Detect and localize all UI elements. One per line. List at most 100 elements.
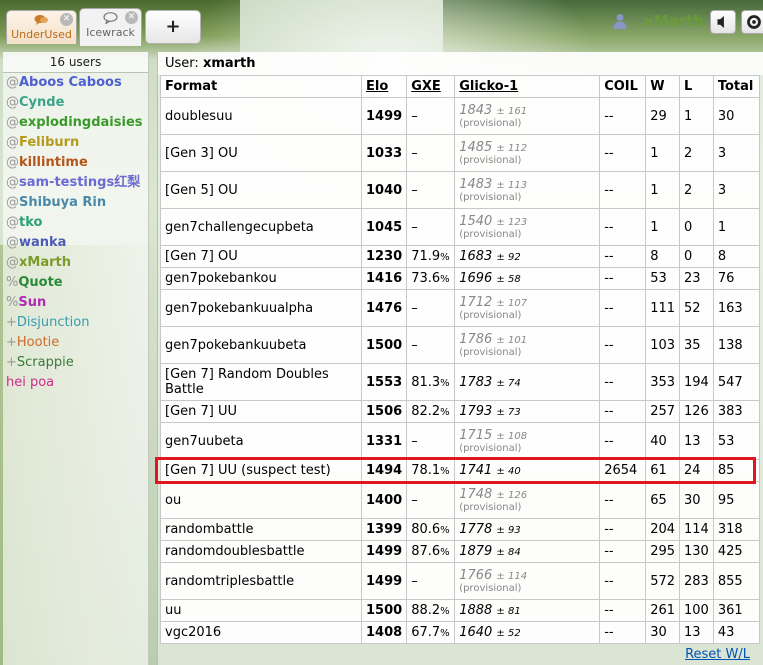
gxe-cell: 71.9% bbox=[406, 245, 456, 268]
glicko-cell: 1485 ± 112 (provisional) bbox=[454, 134, 601, 172]
user-name: Scrappie bbox=[16, 355, 74, 370]
user-list-item[interactable]: +Disjunction bbox=[3, 313, 148, 333]
chat-bubble-icon bbox=[103, 12, 118, 24]
close-icon[interactable]: ✕ bbox=[60, 13, 73, 26]
user-list-item[interactable]: %Quote bbox=[3, 273, 148, 293]
user-rank-symbol: @ bbox=[6, 175, 19, 190]
glicko-cell: 1766 ± 114 (provisional) bbox=[454, 562, 601, 600]
new-tab-button[interactable]: + bbox=[145, 10, 201, 44]
coil-cell: -- bbox=[599, 540, 647, 563]
format-cell: gen7challengecupbeta bbox=[160, 208, 362, 246]
user-list-item[interactable]: hei poa bbox=[3, 373, 148, 393]
losses-cell: 24 bbox=[679, 459, 714, 482]
table-row: ou 1400–1748 ± 126 (provisional) -- 65 30 95 bbox=[160, 481, 761, 519]
format-cell: ou bbox=[160, 481, 362, 519]
user-list-item[interactable]: %Sun bbox=[3, 293, 148, 313]
user-list-item[interactable]: @explodingdaisies bbox=[3, 113, 148, 133]
user-list-item[interactable]: +Scrappie bbox=[3, 353, 148, 373]
elo-cell: 1494 bbox=[360, 459, 408, 482]
losses-cell: 100 bbox=[679, 599, 714, 622]
table-row: gen7challengecupbeta 1045–1540 ± 123 (prov… bbox=[160, 208, 761, 246]
provisional-note: (provisional) bbox=[459, 154, 522, 166]
glicko-cell: 1715 ± 108 (provisional) bbox=[454, 422, 601, 460]
user-list-item[interactable]: +Hootie bbox=[3, 333, 148, 353]
glicko-cell: 1786 ± 101 (provisional) bbox=[454, 326, 601, 364]
total-cell: 3 bbox=[712, 134, 761, 172]
table-row: [Gen 7] OU 1230 71.9% 1683 ± 92 -- 8 0 8 bbox=[160, 245, 761, 268]
user-value: xmarth bbox=[202, 56, 256, 71]
format-cell: [Gen 7] UU bbox=[160, 400, 362, 423]
losses-cell: 2 bbox=[679, 171, 714, 209]
sound-button[interactable] bbox=[710, 10, 736, 34]
user-name: Sun bbox=[18, 295, 47, 310]
losses-cell: 114 bbox=[679, 518, 714, 541]
user-name: Shibuya Rin bbox=[19, 195, 107, 210]
wins-cell: 261 bbox=[645, 599, 681, 622]
user-list-item[interactable]: @xMarth bbox=[3, 253, 148, 273]
user-list-item[interactable]: @Cynde bbox=[3, 93, 148, 113]
wins-cell: 1 bbox=[645, 208, 681, 246]
total-cell: 163 bbox=[712, 289, 761, 327]
total-cell: 547 bbox=[712, 363, 761, 401]
user-list-item[interactable]: @sam-testings红梨 bbox=[3, 173, 148, 193]
ladder-table: Format Elo GXE Glicko-1 COIL W L Total d… bbox=[160, 75, 761, 644]
elo-cell: 1553 bbox=[360, 363, 408, 401]
table-row: gen7pokebankuualpha 1476–1712 ± 107 (provi… bbox=[160, 289, 761, 327]
elo-cell: 1331 bbox=[360, 422, 408, 460]
tab-icewrack[interactable]: Icewrack ✕ bbox=[79, 8, 142, 46]
tab-underused[interactable]: UnderUsed ✕ bbox=[6, 10, 77, 44]
gxe-cell: 88.2% bbox=[406, 599, 456, 622]
col-gxe: GXE bbox=[406, 75, 456, 98]
wins-cell: 53 bbox=[645, 267, 681, 290]
total-cell: 1 bbox=[712, 208, 761, 246]
col-total: Total bbox=[712, 75, 761, 98]
losses-cell: 35 bbox=[679, 326, 714, 364]
gxe-cell: 73.6% bbox=[406, 267, 456, 290]
user-list-item[interactable]: @Feliburn bbox=[3, 133, 148, 153]
user-list-item[interactable]: @Aboos Caboos bbox=[3, 73, 148, 93]
userbar: xMarth bbox=[603, 10, 763, 34]
wins-cell: 353 bbox=[645, 363, 681, 401]
provisional-note: (provisional) bbox=[459, 191, 522, 203]
coil-cell: -- bbox=[599, 134, 647, 172]
reset-wl-link[interactable]: Reset W/L bbox=[685, 647, 750, 662]
user-list-item[interactable]: @Shibuya Rin bbox=[3, 193, 148, 213]
format-cell: randomtriplesbattle bbox=[160, 562, 362, 600]
gxe-cell: – bbox=[406, 289, 456, 327]
losses-cell: 13 bbox=[679, 422, 714, 460]
elo-cell: 1033 bbox=[360, 134, 408, 172]
table-row: vgc2016 1408 67.7% 1640 ± 52 -- 30 13 43 bbox=[160, 621, 761, 644]
speaker-icon bbox=[717, 16, 724, 28]
col-format: Format bbox=[160, 75, 362, 98]
close-icon[interactable]: ✕ bbox=[125, 11, 138, 24]
total-cell: 95 bbox=[712, 481, 761, 519]
glicko-cell: 1783 ± 74 bbox=[454, 363, 601, 401]
wins-cell: 1 bbox=[645, 134, 681, 172]
glicko-cell: 1793 ± 73 bbox=[454, 400, 601, 423]
table-row: [Gen 7] UU 1506 82.2% 1793 ± 73 -- 257 126 383 bbox=[160, 400, 761, 423]
user-rank-symbol: @ bbox=[6, 195, 19, 210]
elo-cell: 1500 bbox=[360, 599, 408, 622]
table-row: [Gen 7] UU (suspect test) 1494 78.1% 1741 ±… bbox=[160, 459, 761, 482]
user-list-item[interactable]: @tko bbox=[3, 213, 148, 233]
wins-cell: 30 bbox=[645, 621, 681, 644]
total-cell: 8 bbox=[712, 245, 761, 268]
user-list-item[interactable]: @wanka bbox=[3, 233, 148, 253]
current-username[interactable]: xMarth bbox=[644, 12, 704, 30]
wins-cell: 204 bbox=[645, 518, 681, 541]
gxe-cell: – bbox=[406, 97, 456, 135]
total-cell: 318 bbox=[712, 518, 761, 541]
wins-cell: 295 bbox=[645, 540, 681, 563]
settings-button[interactable] bbox=[741, 10, 763, 34]
coil-cell: -- bbox=[599, 599, 647, 622]
elo-cell: 1416 bbox=[360, 267, 408, 290]
provisional-note: (provisional) bbox=[459, 346, 522, 358]
glicko-cell: 1712 ± 107 (provisional) bbox=[454, 289, 601, 327]
elo-cell: 1476 bbox=[360, 289, 408, 327]
coil-cell: -- bbox=[599, 267, 647, 290]
coil-cell: -- bbox=[599, 481, 647, 519]
format-cell: [Gen 7] UU (suspect test) bbox=[160, 459, 362, 482]
losses-cell: 0 bbox=[679, 245, 714, 268]
losses-cell: 52 bbox=[679, 289, 714, 327]
user-list-item[interactable]: @killintime bbox=[3, 153, 148, 173]
